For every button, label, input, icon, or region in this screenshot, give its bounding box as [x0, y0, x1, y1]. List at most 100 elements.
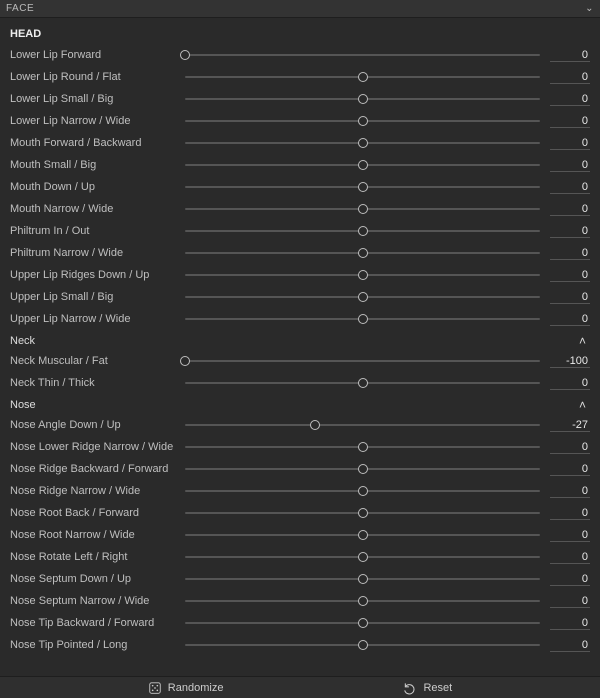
slider-row: Mouth Small / Big0 — [0, 154, 600, 176]
slider-value-input[interactable]: 0 — [550, 180, 590, 194]
reset-button[interactable]: Reset — [403, 681, 452, 695]
slider[interactable] — [185, 568, 548, 590]
slider-label: Neck Muscular / Fat — [10, 355, 185, 367]
slider[interactable] — [185, 44, 548, 66]
slider-thumb[interactable] — [180, 356, 190, 366]
slider-label: Upper Lip Ridges Down / Up — [10, 269, 185, 281]
slider-thumb[interactable] — [358, 618, 368, 628]
slider-value-input[interactable]: 0 — [550, 48, 590, 62]
slider[interactable] — [185, 176, 548, 198]
slider[interactable] — [185, 524, 548, 546]
slider-thumb[interactable] — [358, 94, 368, 104]
slider-thumb[interactable] — [358, 314, 368, 324]
slider-thumb[interactable] — [180, 50, 190, 60]
slider[interactable] — [185, 110, 548, 132]
slider-label: Nose Root Back / Forward — [10, 507, 185, 519]
slider[interactable] — [185, 436, 548, 458]
section-neck-header[interactable]: Neck ˄ — [0, 330, 600, 350]
slider-thumb[interactable] — [358, 530, 368, 540]
slider-thumb[interactable] — [358, 552, 368, 562]
slider-thumb[interactable] — [358, 204, 368, 214]
slider[interactable] — [185, 480, 548, 502]
slider-value-input[interactable]: 0 — [550, 92, 590, 106]
slider-thumb[interactable] — [358, 640, 368, 650]
slider[interactable] — [185, 132, 548, 154]
section-nose-header[interactable]: Nose ˄ — [0, 394, 600, 414]
section-head-label: HEAD — [0, 22, 600, 44]
slider-thumb[interactable] — [358, 72, 368, 82]
slider[interactable] — [185, 634, 548, 656]
slider[interactable] — [185, 220, 548, 242]
slider-thumb[interactable] — [358, 486, 368, 496]
randomize-label: Randomize — [168, 682, 224, 694]
slider-value-input[interactable]: 0 — [550, 440, 590, 454]
slider-value-input[interactable]: 0 — [550, 202, 590, 216]
slider-value-input[interactable]: 0 — [550, 616, 590, 630]
slider-thumb[interactable] — [358, 378, 368, 388]
slider[interactable] — [185, 414, 548, 436]
slider-value-input[interactable]: 0 — [550, 114, 590, 128]
slider[interactable] — [185, 242, 548, 264]
slider-thumb[interactable] — [358, 292, 368, 302]
slider-label: Upper Lip Narrow / Wide — [10, 313, 185, 325]
slider[interactable] — [185, 546, 548, 568]
slider[interactable] — [185, 264, 548, 286]
slider[interactable] — [185, 154, 548, 176]
slider-thumb[interactable] — [358, 182, 368, 192]
slider-value-input[interactable]: 0 — [550, 158, 590, 172]
slider-thumb[interactable] — [358, 270, 368, 280]
slider-value-input[interactable]: 0 — [550, 462, 590, 476]
slider-value-input[interactable]: 0 — [550, 312, 590, 326]
slider-thumb[interactable] — [358, 116, 368, 126]
slider-value-input[interactable]: -27 — [550, 418, 590, 432]
slider-value-input[interactable]: 0 — [550, 550, 590, 564]
slider-value-input[interactable]: 0 — [550, 290, 590, 304]
slider-label: Neck Thin / Thick — [10, 377, 185, 389]
slider-value-input[interactable]: 0 — [550, 224, 590, 238]
slider-value-input[interactable]: 0 — [550, 506, 590, 520]
randomize-button[interactable]: Randomize — [148, 681, 224, 695]
slider[interactable] — [185, 372, 548, 394]
slider-value-input[interactable]: 0 — [550, 376, 590, 390]
slider-thumb[interactable] — [358, 248, 368, 258]
slider[interactable] — [185, 308, 548, 330]
slider-value-input[interactable]: -100 — [550, 354, 590, 368]
section-nose-label: Nose — [10, 399, 36, 411]
slider-thumb[interactable] — [358, 464, 368, 474]
slider-thumb[interactable] — [358, 442, 368, 452]
slider-row: Upper Lip Small / Big0 — [0, 286, 600, 308]
slider-label: Nose Root Narrow / Wide — [10, 529, 185, 541]
slider[interactable] — [185, 612, 548, 634]
slider-thumb[interactable] — [310, 420, 320, 430]
slider-thumb[interactable] — [358, 596, 368, 606]
slider-value-input[interactable]: 0 — [550, 528, 590, 542]
slider-row: Nose Angle Down / Up-27 — [0, 414, 600, 436]
slider[interactable] — [185, 66, 548, 88]
slider-thumb[interactable] — [358, 508, 368, 518]
slider-row: Lower Lip Round / Flat0 — [0, 66, 600, 88]
slider-value-input[interactable]: 0 — [550, 594, 590, 608]
slider[interactable] — [185, 350, 548, 372]
slider[interactable] — [185, 590, 548, 612]
slider[interactable] — [185, 502, 548, 524]
chevron-up-icon: ˄ — [579, 398, 590, 412]
slider[interactable] — [185, 286, 548, 308]
slider-value-input[interactable]: 0 — [550, 484, 590, 498]
slider-value-input[interactable]: 0 — [550, 70, 590, 84]
panel-header[interactable]: FACE ⌄ — [0, 0, 600, 18]
slider-value-input[interactable]: 0 — [550, 572, 590, 586]
slider-value-input[interactable]: 0 — [550, 268, 590, 282]
slider-value-input[interactable]: 0 — [550, 136, 590, 150]
slider-value-input[interactable]: 0 — [550, 638, 590, 652]
slider-thumb[interactable] — [358, 160, 368, 170]
slider-thumb[interactable] — [358, 574, 368, 584]
slider-thumb[interactable] — [358, 138, 368, 148]
slider[interactable] — [185, 88, 548, 110]
slider-value-input[interactable]: 0 — [550, 246, 590, 260]
slider[interactable] — [185, 198, 548, 220]
slider-thumb[interactable] — [358, 226, 368, 236]
slider-label: Mouth Down / Up — [10, 181, 185, 193]
slider-label: Nose Rotate Left / Right — [10, 551, 185, 563]
slider[interactable] — [185, 458, 548, 480]
slider-row: Nose Tip Backward / Forward0 — [0, 612, 600, 634]
